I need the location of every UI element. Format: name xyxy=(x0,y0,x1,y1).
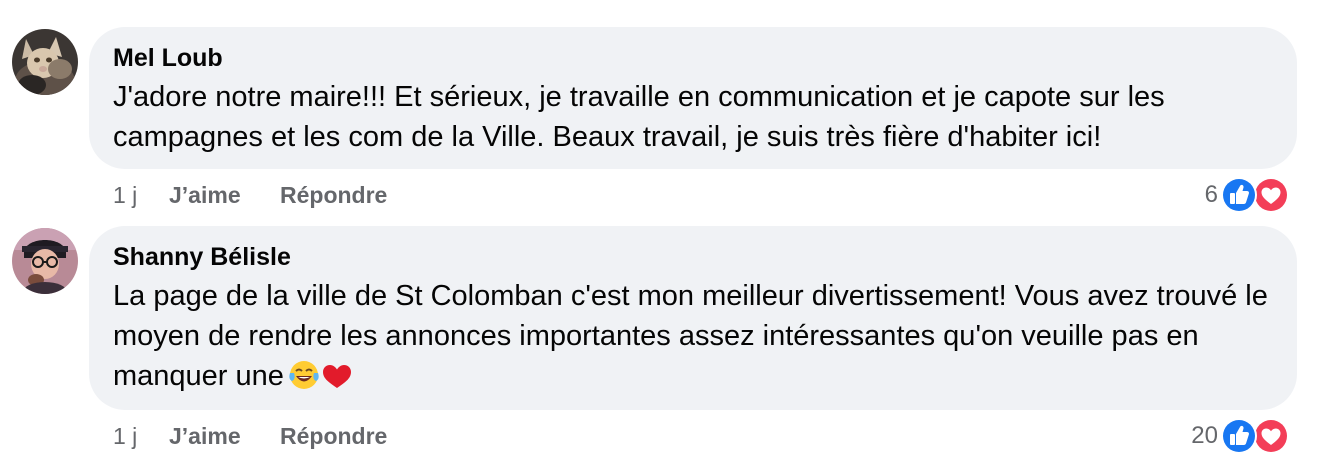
reply-button[interactable]: Répondre xyxy=(280,182,387,209)
emoji-group xyxy=(288,359,354,402)
person-avatar-image xyxy=(12,228,78,294)
comment-bubble: Shanny Bélisle La page de la ville de St… xyxy=(89,226,1297,410)
comment-text-body: La page de la ville de St Colomban c'est… xyxy=(113,280,1268,392)
reaction-icons xyxy=(1220,417,1290,455)
reaction-icons xyxy=(1220,176,1290,214)
avatar[interactable] xyxy=(12,29,78,95)
comment-text: La page de la ville de St Colomban c'est… xyxy=(113,276,1273,402)
cat-avatar-image xyxy=(12,29,78,95)
red-heart-emoji xyxy=(322,365,351,388)
comment-timestamp[interactable]: 1 j xyxy=(113,423,169,450)
reaction-summary[interactable]: 6 xyxy=(1205,175,1290,215)
comment-timestamp[interactable]: 1 j xyxy=(113,182,169,209)
comment-author[interactable]: Mel Loub xyxy=(113,43,1273,73)
comment-bubble: Mel Loub J'adore notre maire!!! Et série… xyxy=(89,27,1297,169)
avatar[interactable] xyxy=(12,228,78,294)
comment-actions: 1 j J’aime Répondre xyxy=(113,421,387,451)
reaction-summary[interactable]: 20 xyxy=(1191,416,1290,456)
reaction-count: 6 xyxy=(1204,181,1218,208)
reply-button[interactable]: Répondre xyxy=(280,423,387,450)
tears-of-joy-emoji xyxy=(289,361,351,389)
like-button[interactable]: J’aime xyxy=(169,423,280,450)
comment-actions: 1 j J’aime Répondre xyxy=(113,180,387,210)
reaction-count: 20 xyxy=(1191,422,1218,449)
like-icon xyxy=(1221,418,1257,454)
comment-text: J'adore notre maire!!! Et sérieux, je tr… xyxy=(113,81,1165,153)
like-icon xyxy=(1221,177,1257,213)
comment-author[interactable]: Shanny Bélisle xyxy=(113,242,1273,272)
like-button[interactable]: J’aime xyxy=(169,182,280,209)
